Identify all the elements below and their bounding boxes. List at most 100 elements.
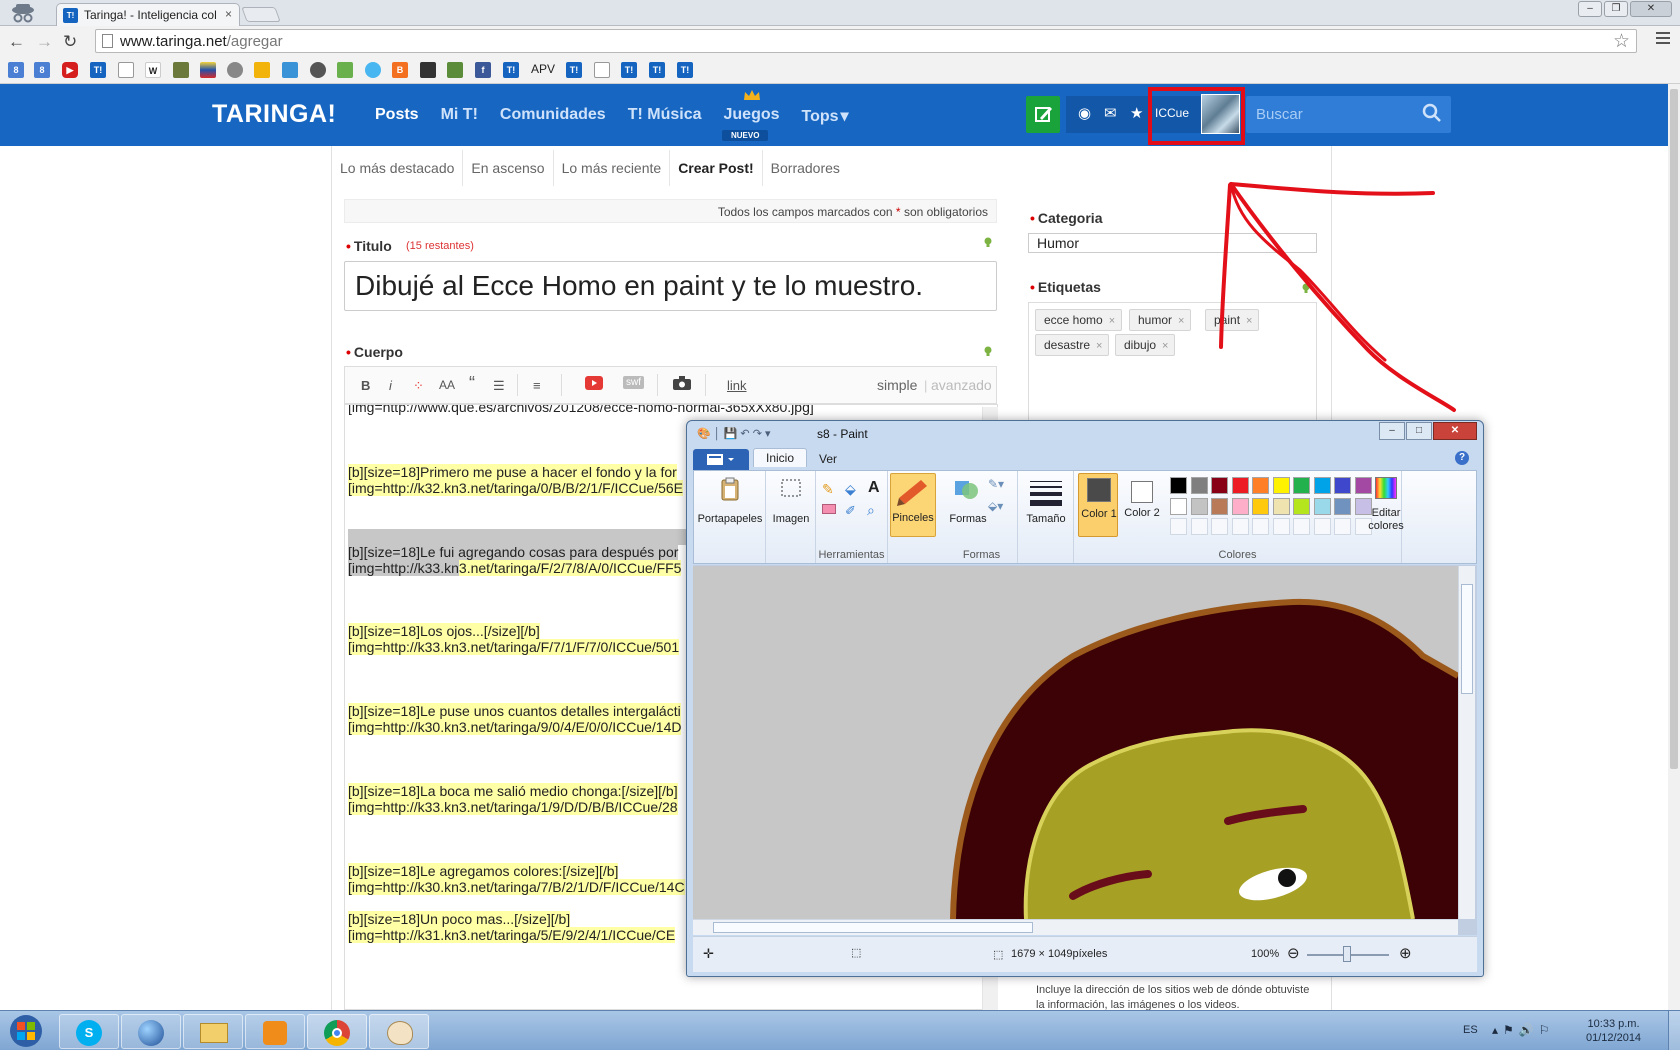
paint-window[interactable]: 🎨 │ 💾 ↶ ↷ ▾ s8 - Paint – □ ✕ Inicio Ver … [686,420,1484,977]
tray-icons[interactable]: ▴⚑🔊⚐ [1492,1023,1554,1037]
pencil-icon[interactable]: ✎ [822,481,834,498]
tamano-button[interactable]: Tamaño [1018,513,1074,525]
youtube-embed-icon[interactable] [585,376,603,393]
color-swatch[interactable] [1211,518,1228,535]
color-swatch[interactable] [1211,477,1228,494]
search-icon[interactable] [1422,103,1442,123]
zoom-in-icon[interactable]: ⊕ [1399,944,1412,962]
page-scrollbar[interactable] [1668,84,1680,1010]
bookmark-circle-icon[interactable] [365,62,381,78]
text-icon[interactable]: A [868,479,880,497]
color-swatch[interactable] [1190,497,1208,515]
titulo-input[interactable]: Dibujé al Ecce Homo en paint y te lo mue… [344,261,997,311]
minimize-icon[interactable]: – [1578,1,1602,17]
bookmark-panda-icon[interactable] [310,62,326,78]
tab-inicio[interactable]: Inicio [753,448,808,467]
lightbulb-icon[interactable] [1302,283,1310,294]
windows-start-icon[interactable] [4,1013,48,1049]
bookmark-facebook-icon[interactable]: f [475,62,491,78]
tag-chip[interactable]: desastre × [1035,334,1110,356]
categoria-select[interactable]: Humor [1028,233,1317,253]
address-bar[interactable]: www.taringa.net/agregar ☆ [95,29,1637,53]
paint-canvas[interactable] [693,566,1458,919]
lightbulb-icon[interactable] [984,346,992,357]
show-desktop-button[interactable] [1668,1011,1680,1050]
color-swatch[interactable] [1252,497,1269,515]
input-language[interactable]: ES [1463,1024,1478,1036]
maximize-icon[interactable]: □ [1406,422,1432,440]
new-tab-button[interactable] [241,7,281,22]
chrome-menu-icon[interactable] [1656,32,1670,47]
taskbar-explorer[interactable] [183,1014,243,1049]
link-button[interactable]: link [727,378,747,393]
tag-chip[interactable]: ecce homo × [1035,309,1123,331]
color-swatch[interactable] [1334,518,1351,535]
outline-icon[interactable]: ✎▾ [988,477,1004,491]
paint-file-menu-button[interactable] [693,449,749,470]
nav-juegos[interactable]: Juegos [724,106,780,126]
nav-posts[interactable]: Posts [375,106,419,126]
taskbar-skype[interactable]: S [59,1014,119,1049]
bookmark-page-icon[interactable] [594,62,610,78]
color-picker-icon[interactable]: ✐ [845,503,856,519]
portapapeles-button[interactable]: Portapapeles [696,513,764,525]
close-window-icon[interactable]: ✕ [1630,1,1672,17]
back-icon[interactable]: ← [8,32,25,52]
color-swatch[interactable] [1231,477,1249,494]
paint-vertical-scrollbar[interactable] [1458,566,1475,919]
bookmark-youtube-icon[interactable]: ▶ [62,62,78,78]
eye-icon[interactable]: ◉ [1078,104,1091,122]
simple-mode-toggle[interactable]: simple [877,377,917,393]
clock[interactable]: 10:33 p.m. 01/12/2014 [1586,1017,1641,1045]
formas-button[interactable]: Formas [948,513,988,525]
color-swatch[interactable] [1293,477,1310,494]
bookmark-taringa-icon[interactable]: T! [566,62,582,78]
select-icon[interactable] [777,475,805,503]
search-input[interactable]: Buscar [1256,106,1303,123]
color-swatch[interactable] [1211,497,1228,515]
bookmark-video-icon[interactable] [447,62,463,78]
eraser-icon[interactable] [822,504,836,514]
bookmark-taringa-icon[interactable]: T! [677,62,693,78]
color-swatch[interactable] [1170,497,1187,515]
tag-chip[interactable]: dibujo × [1115,334,1176,356]
etiquetas-input[interactable]: ecce homo × humor × paint × desastre × dibuj… [1028,302,1317,422]
tag-remove-icon[interactable]: × [1162,340,1168,352]
tag-remove-icon[interactable]: × [1178,315,1184,327]
color-swatch[interactable] [1334,477,1351,494]
color-swatch[interactable] [1272,497,1290,515]
pinceles-button[interactable]: Pinceles [890,473,936,537]
bookmark-taringa-icon[interactable]: T! [90,62,106,78]
italic-button[interactable]: i [389,378,392,393]
bookmark-google-plus-icon[interactable]: 8 [34,62,50,78]
color-swatch[interactable] [1272,477,1290,494]
taskbar-google-earth[interactable] [121,1014,181,1049]
scrollbar-thumb[interactable] [713,922,1033,933]
taskbar-media-player[interactable] [245,1014,305,1049]
subnav-reciente[interactable]: Lo más reciente [554,150,671,186]
paint-horizontal-scrollbar[interactable] [693,919,1458,935]
taringa-logo[interactable]: TARINGA! [212,100,336,129]
restore-icon[interactable]: ❐ [1604,1,1628,17]
tag-chip[interactable]: humor × [1129,309,1192,331]
color-swatch[interactable] [1231,497,1249,515]
nav-tops[interactable]: Tops ▾ [802,106,849,126]
bookmark-bird-icon[interactable] [282,62,298,78]
magnifier-icon[interactable]: ⌕ [867,502,875,519]
line-size-icon[interactable] [1030,481,1062,506]
color-swatch[interactable] [1334,497,1351,515]
lightbulb-icon[interactable] [984,237,992,248]
taskbar-chrome[interactable] [307,1014,367,1049]
scrollbar-thumb[interactable] [1461,584,1473,694]
color-swatch[interactable] [1272,518,1290,535]
tag-remove-icon[interactable]: × [1096,340,1102,352]
tab-ver[interactable]: Ver [819,452,837,466]
taskbar-paint[interactable] [369,1014,429,1049]
nav-mi-t[interactable]: Mi T! [441,106,478,126]
bookmark-page-icon[interactable] [118,62,134,78]
bookmark-image-icon[interactable] [173,62,189,78]
camera-icon[interactable] [673,376,691,393]
quote-button[interactable]: “ [469,373,475,394]
color-swatch[interactable] [1231,518,1249,535]
fill-icon[interactable]: ⬙ [845,481,856,498]
